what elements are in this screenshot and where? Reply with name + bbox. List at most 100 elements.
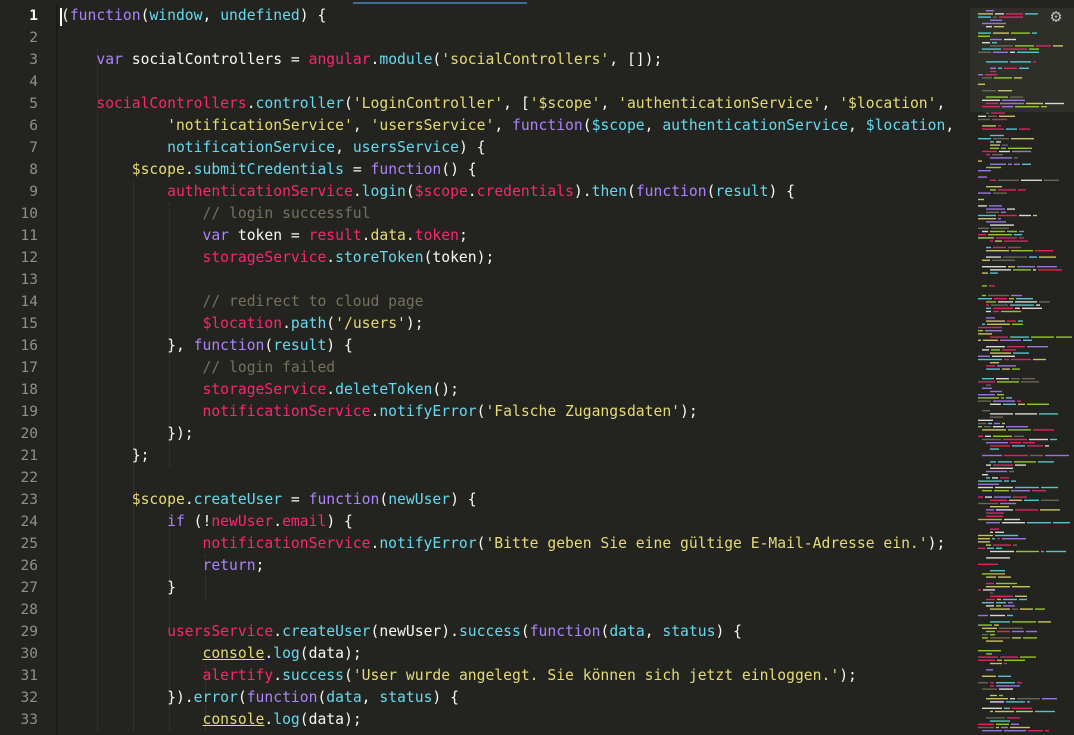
minimap-line <box>978 355 990 357</box>
minimap-line <box>982 266 1006 268</box>
code-token: // redirect to cloud page <box>202 293 424 310</box>
minimap-line <box>1009 499 1022 501</box>
minimap-line <box>1006 397 1012 399</box>
minimap-line <box>1004 659 1025 661</box>
minimap-line <box>1000 102 1024 105</box>
code-token: module <box>379 51 433 68</box>
minimap-line <box>1017 266 1035 268</box>
line-number: 17 <box>20 360 38 376</box>
code-token: 'authenticationService' <box>618 95 822 112</box>
code-token: }; <box>61 447 150 464</box>
minimap-line <box>990 592 993 594</box>
minimap-line <box>978 51 991 53</box>
line-number: 32 <box>20 690 38 706</box>
line-number: 18 <box>20 382 38 398</box>
code-token: storeToken <box>335 249 424 266</box>
minimap-line <box>978 298 992 300</box>
code-token: console <box>202 645 265 662</box>
minimap-line <box>1016 710 1033 713</box>
minimap-line <box>1056 336 1072 338</box>
minimap-line <box>1015 106 1039 108</box>
minimap-line <box>1004 662 1007 665</box>
minimap-line <box>1036 45 1051 47</box>
minimap-line <box>986 61 1008 63</box>
minimap-line <box>1032 32 1037 34</box>
minimap[interactable] <box>970 4 1074 735</box>
code-token: then <box>591 183 627 200</box>
minimap-line <box>992 355 1015 357</box>
code-token: = <box>282 491 309 508</box>
code-token: error <box>193 689 238 706</box>
minimap-line <box>998 461 1012 463</box>
code-token: (newUser). <box>370 623 459 640</box>
minimap-line <box>1039 413 1058 415</box>
code-token: notifyError <box>379 535 477 552</box>
code-token: }). <box>61 689 194 706</box>
minimap-line <box>978 496 983 498</box>
minimap-line <box>990 531 993 533</box>
code-token: ; <box>255 557 265 574</box>
minimap-line <box>990 390 1002 393</box>
code-token: authenticationService <box>167 183 353 200</box>
code-token: , <box>494 117 512 134</box>
minimap-line <box>1035 608 1045 610</box>
minimap-line <box>978 563 998 565</box>
minimap-line <box>997 394 1004 396</box>
minimap-line <box>1023 442 1035 444</box>
minimap-line <box>990 189 996 191</box>
minimap-line <box>982 106 1000 108</box>
code-line: (function(window, undefined) { <box>61 5 326 27</box>
minimap-line <box>1013 269 1031 271</box>
minimap-line <box>1011 138 1034 140</box>
minimap-line <box>986 246 991 249</box>
code-token: notificationService <box>167 139 336 156</box>
minimap-line <box>1001 726 1008 729</box>
minimap-line <box>978 205 987 207</box>
minimap-line <box>1045 102 1064 105</box>
code-token: ) { <box>299 7 327 24</box>
minimap-line <box>986 544 991 546</box>
minimap-line <box>1014 157 1018 159</box>
minimap-line <box>1027 403 1049 405</box>
minimap-line <box>1010 726 1030 729</box>
minimap-line <box>995 710 1014 713</box>
code-token: ) { <box>432 689 459 706</box>
minimap-line <box>1015 301 1037 303</box>
minimap-line <box>996 682 1015 684</box>
minimap-line <box>996 141 1001 143</box>
code-editor[interactable]: (function(window, undefined) { var socia… <box>58 4 970 735</box>
minimap-line <box>1021 381 1039 383</box>
code-token: $scope <box>131 161 185 178</box>
minimap-line <box>982 294 986 297</box>
minimap-line <box>990 269 1011 271</box>
minimap-line <box>1012 630 1024 633</box>
minimap-line <box>986 221 1006 223</box>
minimap-line <box>978 589 981 591</box>
code-line: }; <box>61 445 150 467</box>
code-line: authenticationService.login($scope.crede… <box>61 181 795 203</box>
minimap-line <box>1017 400 1021 402</box>
minimap-line <box>986 605 994 607</box>
minimap-line <box>982 602 994 604</box>
code-token: controller <box>255 95 344 112</box>
code-token: var <box>202 227 230 244</box>
minimap-line <box>986 310 991 313</box>
minimap-line <box>1033 358 1046 361</box>
code-token: ( <box>317 689 327 706</box>
minimap-line <box>991 349 1000 351</box>
minimap-line <box>1011 294 1022 297</box>
line-number: 28 <box>20 602 38 618</box>
minimap-line <box>990 461 996 463</box>
minimap-line <box>989 285 995 287</box>
code-token: 'socialControllers' <box>441 51 610 68</box>
gear-icon[interactable]: ⚙ <box>1046 7 1066 27</box>
minimap-line <box>990 144 1000 146</box>
code-token: usersService <box>352 139 459 156</box>
minimap-line <box>996 685 1020 687</box>
line-number-gutter[interactable]: 1 2 3 4 5 6 7 8 9 10 11 12 13 14 15 16 17 18 19 20 21 22 23 24 2… <box>0 4 56 735</box>
minimap-line <box>1019 214 1031 217</box>
minimap-line <box>990 70 996 73</box>
